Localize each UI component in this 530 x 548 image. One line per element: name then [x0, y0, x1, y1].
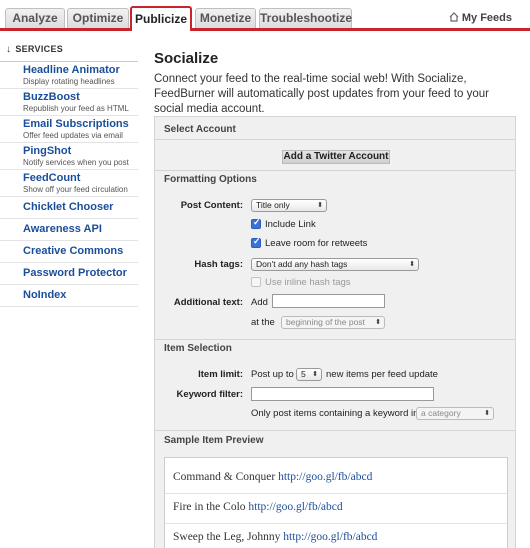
sidebar-item-buzzboost[interactable]: BuzzBoost Republish your feed as HTML	[0, 89, 138, 116]
sidebar-item-title: Creative Commons	[23, 245, 124, 257]
intro-text: Connect your feed to the real-time socia…	[154, 73, 489, 115]
formatting-options-heading: Formatting Options	[164, 174, 257, 185]
divider	[155, 170, 515, 171]
select-caret-icon: ⬍	[312, 371, 318, 378]
preview-item: Fire in the Colo http://goo.gl/fb/abcd	[173, 501, 343, 513]
divider	[155, 430, 515, 431]
hash-tags-value: Don't add any hash tags	[256, 259, 348, 269]
add-word: Add	[251, 297, 268, 308]
item-limit-select[interactable]: 5 ⬍	[296, 368, 322, 381]
hash-tags-label: Hash tags:	[194, 259, 243, 270]
tab-troubleshootize[interactable]: Troubleshootize	[259, 8, 352, 28]
divider	[155, 139, 515, 140]
sidebar-item-title: Headline Animator	[23, 64, 120, 76]
new-items-text: new items per feed update	[326, 369, 438, 380]
keyword-scope-value: a category	[421, 408, 461, 418]
sidebar-item-title: Chicklet Chooser	[23, 201, 114, 213]
additional-text-label: Additional text:	[173, 297, 243, 308]
preview-item-url[interactable]: http://goo.gl/fb/abcd	[248, 501, 342, 513]
sample-preview-heading: Sample Item Preview	[164, 435, 264, 446]
down-arrow-icon: ↓	[6, 44, 12, 55]
sidebar-item-title: PingShot	[23, 145, 72, 157]
keyword-filter-label: Keyword filter:	[176, 389, 243, 400]
item-limit-value: 5	[301, 369, 306, 379]
at-the-label: at the	[251, 317, 275, 328]
sidebar-item-title: NoIndex	[23, 289, 67, 301]
top-tab-bar: Analyze Optimize Publicize Monetize Trou…	[0, 0, 530, 31]
sidebar-item-password-protector[interactable]: Password Protector	[0, 263, 138, 285]
settings-panel: Select Account Add a Twitter Account For…	[154, 116, 516, 548]
select-caret-icon: ⬍	[409, 261, 415, 268]
sidebar-item-creative-commons[interactable]: Creative Commons	[0, 241, 138, 263]
keyword-filter-input[interactable]	[251, 387, 434, 401]
divider	[155, 339, 515, 340]
select-caret-icon: ⬍	[375, 319, 381, 326]
sidebar-item-email-subscriptions[interactable]: Email Subscriptions Offer feed updates vi…	[0, 116, 138, 143]
preview-item: Command & Conquer http://goo.gl/fb/abcd	[173, 471, 372, 483]
sidebar-item-noindex[interactable]: NoIndex	[0, 285, 138, 307]
leave-room-label: Leave room for retweets	[265, 238, 368, 249]
preview-divider	[165, 493, 507, 494]
tab-optimize[interactable]: Optimize	[67, 8, 129, 28]
preview-item-text: Fire in the Colo	[173, 501, 246, 513]
additional-text-input[interactable]	[272, 294, 385, 308]
preview-item-url[interactable]: http://goo.gl/fb/abcd	[278, 471, 372, 483]
item-selection-heading: Item Selection	[164, 343, 232, 354]
sidebar-item-desc: Offer feed updates via email	[23, 131, 123, 140]
sidebar-item-feedcount[interactable]: FeedCount Show off your feed circulation	[0, 170, 138, 197]
use-inline-hash-tags-label: Use inline hash tags	[265, 277, 351, 288]
use-inline-hash-tags-checkbox[interactable]	[251, 277, 261, 287]
my-feeds-link[interactable]: My Feeds	[449, 12, 512, 24]
preview-item-text: Sweep the Leg, Johnny	[173, 531, 281, 543]
sidebar-item-desc: Republish your feed as HTML	[23, 104, 129, 113]
include-link-label: Include Link	[265, 219, 316, 230]
select-account-heading: Select Account	[164, 124, 236, 135]
sidebar-item-title: BuzzBoost	[23, 91, 80, 103]
post-content-label: Post Content:	[180, 200, 243, 211]
sidebar-item-awareness-api[interactable]: Awareness API	[0, 219, 138, 241]
tab-publicize[interactable]: Publicize	[130, 6, 192, 31]
main-content: Socialize Connect your feed to the real-…	[154, 40, 524, 117]
preview-divider	[165, 523, 507, 524]
keyword-scope-select[interactable]: a category ⬍	[416, 407, 494, 420]
only-post-text: Only post items containing a keyword in	[251, 408, 419, 419]
sidebar-item-desc: Display rotating headlines	[23, 77, 115, 86]
tab-analyze[interactable]: Analyze	[5, 8, 65, 28]
leave-room-checkbox[interactable]	[251, 236, 261, 248]
sidebar-item-title: Password Protector	[23, 267, 127, 279]
text-position-select[interactable]: beginning of the post ⬍	[281, 316, 385, 329]
text-position-value: beginning of the post	[286, 317, 365, 327]
services-heading-label: SERVICES	[15, 44, 64, 54]
post-up-to-text: Post up to	[251, 369, 294, 380]
services-heading[interactable]: ↓ SERVICES	[0, 40, 138, 62]
sidebar-item-title: Email Subscriptions	[23, 118, 129, 130]
hash-tags-select[interactable]: Don't add any hash tags ⬍	[251, 258, 419, 271]
sidebar-item-chicklet-chooser[interactable]: Chicklet Chooser	[0, 197, 138, 219]
post-content-value: Title only	[256, 200, 290, 210]
select-caret-icon: ⬍	[317, 202, 323, 209]
my-feeds-label: My Feeds	[461, 12, 512, 24]
services-sidebar: ↓ SERVICES Headline Animator Display rotat…	[0, 40, 138, 307]
include-link-checkbox[interactable]	[251, 217, 261, 229]
post-content-select[interactable]: Title only ⬍	[251, 199, 327, 212]
sidebar-item-headline-animator[interactable]: Headline Animator Display rotating headli…	[0, 62, 138, 89]
sidebar-item-desc: Notify services when you post	[23, 158, 129, 167]
select-caret-icon: ⬍	[484, 410, 490, 417]
sidebar-item-title: FeedCount	[23, 172, 81, 184]
preview-item: Sweep the Leg, Johnny http://goo.gl/fb/a…	[173, 531, 377, 543]
page-title: Socialize	[154, 50, 219, 67]
sidebar-item-title: Awareness API	[23, 223, 102, 235]
tab-bar-rule	[0, 28, 530, 31]
item-limit-label: Item limit:	[198, 369, 243, 380]
sidebar-item-pingshot[interactable]: PingShot Notify services when you post	[0, 143, 138, 170]
sample-item-preview: Command & Conquer http://goo.gl/fb/abcd …	[164, 457, 508, 548]
sidebar-item-desc: Show off your feed circulation	[23, 185, 128, 194]
add-twitter-account-button[interactable]: Add a Twitter Account	[282, 150, 390, 164]
preview-item-text: Command & Conquer	[173, 471, 276, 483]
home-icon	[449, 12, 459, 22]
preview-item-url[interactable]: http://goo.gl/fb/abcd	[283, 531, 377, 543]
tab-monetize[interactable]: Monetize	[195, 8, 256, 28]
